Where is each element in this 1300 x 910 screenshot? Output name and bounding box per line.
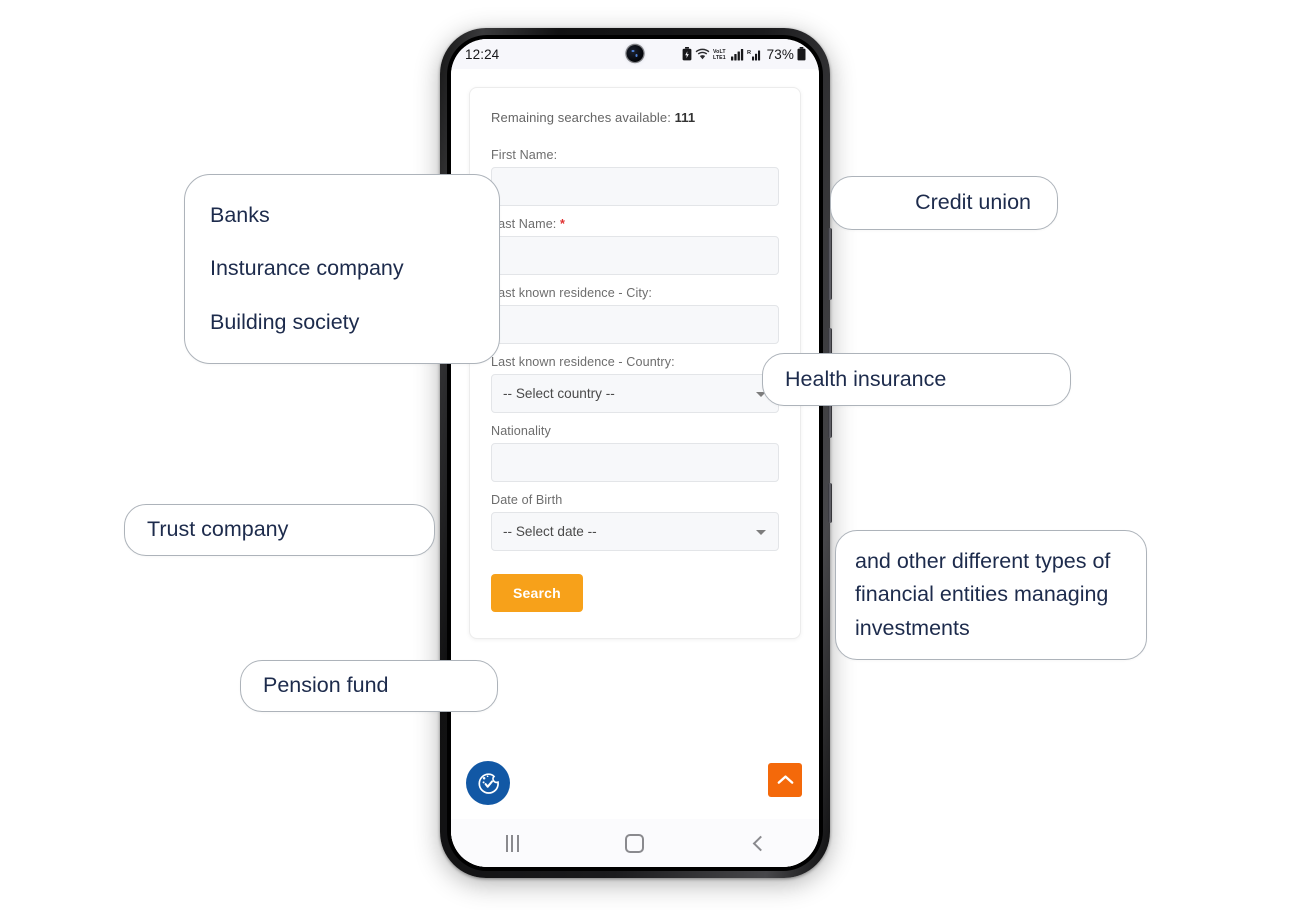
residence-city-input[interactable] [491, 305, 779, 344]
field-last-name-label-text: Last Name: [491, 217, 557, 231]
last-name-input[interactable] [491, 236, 779, 275]
battery-percent-label: 73% [766, 46, 794, 62]
search-form-card: Remaining searches available: 111 First … [469, 87, 801, 639]
side-key-button[interactable] [828, 483, 832, 523]
svg-text:LTE1: LTE1 [713, 55, 726, 61]
callout-entity-list-line-1: Banks [210, 203, 270, 228]
callout-entity-list-line-2: Insturance company [210, 256, 404, 281]
field-date-of-birth-label: Date of Birth [491, 493, 779, 507]
first-name-input[interactable] [491, 167, 779, 206]
callout-pension-fund: Pension fund [240, 660, 498, 712]
field-last-name-label: Last Name: * [491, 217, 779, 231]
nav-recents-button[interactable] [482, 823, 542, 863]
callout-financial-entities: and other different types of financial e… [835, 530, 1147, 660]
battery-icon [797, 47, 806, 61]
svg-text:R: R [747, 50, 751, 56]
field-first-name-label: First Name: [491, 148, 779, 162]
cookie-glyph [477, 772, 499, 794]
remaining-searches-label: Remaining searches available: [491, 110, 671, 125]
callout-pension-fund-text: Pension fund [263, 673, 389, 698]
callout-trust-company-text: Trust company [147, 517, 289, 542]
field-nationality: Nationality [491, 424, 779, 482]
field-residence-country-label-text: Last known residence - Country: [491, 355, 675, 369]
status-bar: 12:24 VoLT LTE1 R 73% [451, 39, 819, 69]
status-time: 12:24 [465, 46, 500, 62]
nationality-input[interactable] [491, 443, 779, 482]
remaining-searches-line: Remaining searches available: 111 [491, 110, 779, 125]
volte-icon: VoLT LTE1 [713, 47, 728, 61]
status-bar-icons: VoLT LTE1 R 73% [682, 47, 806, 62]
battery-saver-icon [682, 47, 692, 61]
field-first-name: First Name: [491, 148, 779, 206]
field-date-of-birth-label-text: Date of Birth [491, 493, 563, 507]
chevron-down-icon [756, 529, 766, 535]
field-nationality-label: Nationality [491, 424, 779, 438]
field-residence-country: Last known residence - Country: -- Selec… [491, 355, 779, 413]
date-of-birth-select-value: -- Select date -- [503, 524, 597, 539]
callout-entity-list-line-3: Building society [210, 309, 360, 334]
wifi-icon [695, 47, 710, 61]
volume-button[interactable] [828, 228, 832, 300]
date-of-birth-select[interactable]: -- Select date -- [491, 512, 779, 551]
callout-financial-entities-text: and other different types of financial e… [855, 549, 1111, 640]
callout-health-insurance: Health insurance [762, 353, 1071, 406]
nav-back-button[interactable] [728, 823, 788, 863]
phone-frame: 12:24 VoLT LTE1 R 73% Remaining searches… [440, 28, 832, 878]
callout-credit-union: Credit union [830, 176, 1058, 230]
back-icon [752, 835, 768, 851]
phone-screen: 12:24 VoLT LTE1 R 73% Remaining searches… [451, 39, 819, 867]
residence-country-select-value: -- Select country -- [503, 386, 615, 401]
field-date-of-birth: Date of Birth -- Select date -- [491, 493, 779, 551]
cookie-consent-icon[interactable] [466, 761, 510, 805]
callout-entity-list: Banks Insturance company Building societ… [184, 174, 500, 364]
field-nationality-label-text: Nationality [491, 424, 551, 438]
remaining-searches-count: 111 [674, 110, 696, 125]
callout-credit-union-text: Credit union [915, 190, 1031, 215]
field-first-name-label-text: First Name: [491, 148, 558, 162]
callout-trust-company: Trust company [124, 504, 435, 556]
recents-icon [505, 834, 519, 852]
nav-home-button[interactable] [605, 823, 665, 863]
android-nav-bar [451, 819, 819, 867]
field-residence-city-label: Last known residence - City: [491, 286, 779, 300]
field-residence-city-label-text: Last known residence - City: [491, 286, 652, 300]
field-residence-city: Last known residence - City: [491, 286, 779, 344]
required-asterisk-icon: * [560, 217, 566, 231]
field-last-name: Last Name: * [491, 217, 779, 275]
signal-bars-icon [730, 47, 744, 61]
phone-bezel: 12:24 VoLT LTE1 R 73% Remaining searches… [447, 35, 823, 871]
screenshot-stage: Credit union and other different types o… [0, 0, 1300, 910]
home-icon [625, 833, 645, 853]
front-camera-punch-hole [626, 45, 644, 62]
chevron-up-icon [777, 775, 793, 784]
scroll-to-top-button[interactable] [768, 763, 802, 797]
search-button[interactable]: Search [491, 574, 583, 612]
signal-bars-secondary-icon: R [747, 47, 762, 61]
residence-country-select[interactable]: -- Select country -- [491, 374, 779, 413]
web-page-body: Remaining searches available: 111 First … [451, 69, 819, 867]
callout-health-insurance-text: Health insurance [785, 366, 947, 391]
field-residence-country-label: Last known residence - Country: [491, 355, 779, 369]
